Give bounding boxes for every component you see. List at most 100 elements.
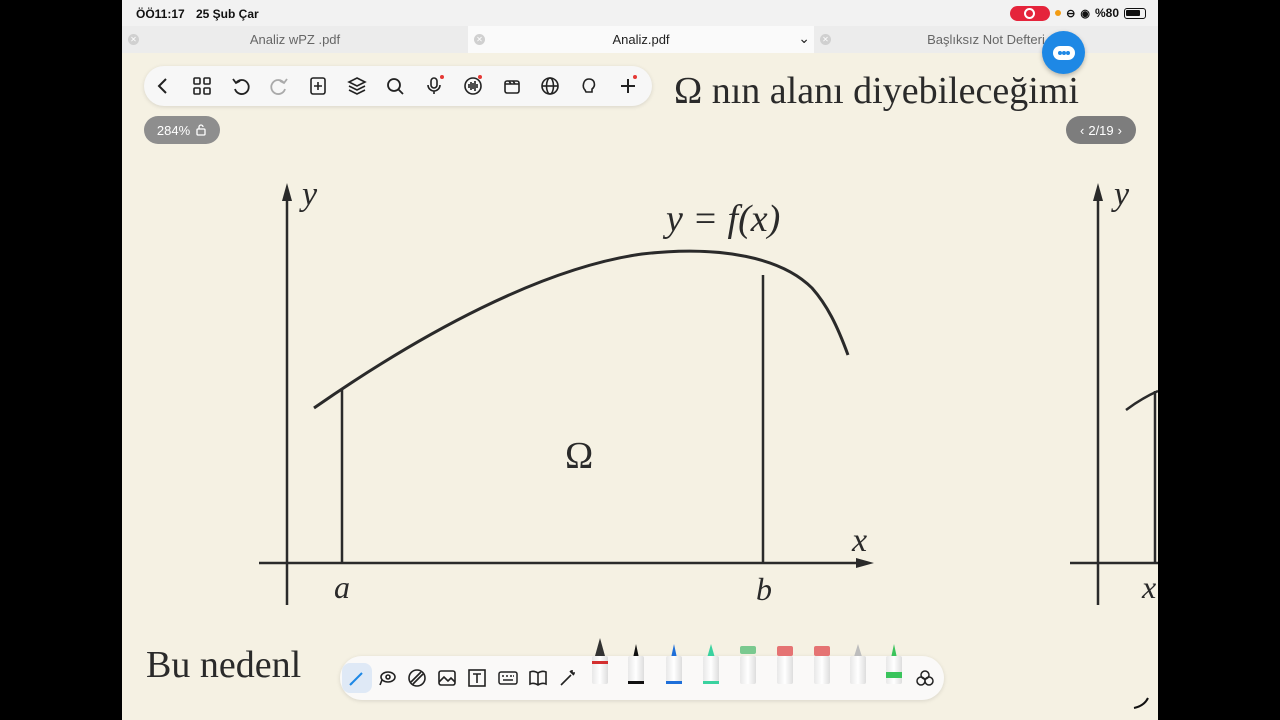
red-eraser-icon[interactable] <box>777 646 793 684</box>
battery-icon <box>1124 7 1146 19</box>
undo-button[interactable] <box>221 66 260 106</box>
ai-button[interactable] <box>570 66 609 106</box>
record-button[interactable] <box>492 66 531 106</box>
record-icon <box>503 80 520 94</box>
microphone-button[interactable] <box>415 66 454 106</box>
globe-icon <box>541 77 560 95</box>
lasso-icon <box>379 671 396 686</box>
status-indicators: ⊖ ◉ %80 <box>1010 5 1146 21</box>
eraser-icon[interactable] <box>740 646 756 684</box>
magic-wand-button[interactable] <box>553 663 583 693</box>
book-button[interactable] <box>523 663 553 693</box>
tab-bar: ✕ Analiz wPZ .pdf ✕ Analiz.pdf ⌄ ✕ Başlı… <box>122 26 1158 53</box>
add-icon <box>620 79 635 93</box>
text-box-icon <box>468 669 486 687</box>
fountain-pen-icon[interactable] <box>592 636 608 684</box>
green-pen-icon[interactable] <box>886 644 902 684</box>
layers-button[interactable] <box>337 66 376 106</box>
chevron-right-icon[interactable]: › <box>1118 123 1122 138</box>
tab-notebook[interactable]: ✕ Başlıksız Not Defteri <box>814 26 1158 53</box>
text-box-button[interactable] <box>462 663 492 693</box>
chevron-down-icon[interactable]: ⌄ <box>798 30 810 47</box>
bound-a-label: a <box>334 569 350 605</box>
page-number: 2/19 <box>1088 122 1114 138</box>
bulb-icon <box>582 78 596 93</box>
tab-analiz[interactable]: ✕ Analiz.pdf ⌄ <box>468 26 814 53</box>
audio-button[interactable] <box>454 66 493 106</box>
search-button[interactable] <box>376 66 415 106</box>
redo-button[interactable] <box>260 66 299 106</box>
tab-label: Analiz wPZ .pdf <box>249 32 341 47</box>
black-marker-icon[interactable] <box>628 644 644 684</box>
tab-analiz-wpz[interactable]: ✕ Analiz wPZ .pdf <box>122 26 468 53</box>
status-time: ÖÖ11:17 <box>136 7 185 21</box>
redo-icon <box>270 78 289 95</box>
microphone-icon <box>427 77 441 94</box>
keyboard-button[interactable] <box>493 663 523 693</box>
lasso-button[interactable] <box>372 663 402 693</box>
grid-icon <box>193 77 211 95</box>
magic-wand-icon <box>560 670 575 686</box>
active-dot <box>439 75 444 79</box>
tab-label: Analiz.pdf <box>612 32 670 47</box>
screen-recording-icon[interactable] <box>1010 5 1051 21</box>
close-icon[interactable]: ✕ <box>474 34 485 45</box>
audio-wave-icon <box>464 77 482 95</box>
pencil-icon[interactable] <box>850 644 866 684</box>
active-dot <box>632 75 637 79</box>
assistant-button[interactable] <box>1042 31 1085 74</box>
add-page-button[interactable] <box>299 66 338 106</box>
status-bar: ÖÖ11:17 25 Şub Çar ⊖ ◉ %80 <box>122 0 1158 26</box>
image-button[interactable] <box>432 663 462 693</box>
side-y-label: y <box>1111 176 1130 213</box>
pen-tool-icon <box>349 672 363 686</box>
close-icon[interactable]: ✕ <box>820 34 831 45</box>
pen-tool-button[interactable] <box>342 663 372 693</box>
status-date: 25 Şub Çar <box>196 7 259 21</box>
zoom-level: 284% <box>156 122 191 138</box>
green-highlighter-icon[interactable] <box>703 644 719 684</box>
color-palette-button[interactable] <box>910 663 940 693</box>
shape-button[interactable] <box>402 663 432 693</box>
lock-open-icon[interactable] <box>195 124 207 136</box>
mic-in-use-dot <box>1055 10 1062 16</box>
tab-label: Başlıksız Not Defteri <box>927 32 1045 47</box>
add-page-icon <box>310 77 326 95</box>
region-label: Ω <box>565 435 593 477</box>
back-button[interactable] <box>144 66 183 106</box>
pdf-page[interactable]: Ω nın alanı diyebileceğimi y y = f(x) x … <box>122 53 1158 720</box>
zoom-badge[interactable]: 284% <box>144 116 220 144</box>
page-indicator[interactable]: ‹ 2/19 › <box>1066 116 1136 144</box>
battery-percent: %80 <box>1094 6 1119 20</box>
x-axis-label: x <box>851 522 867 559</box>
resize-handle-icon[interactable] <box>1132 690 1152 710</box>
globe-button[interactable] <box>531 66 570 106</box>
grid-button[interactable] <box>183 66 222 106</box>
app-screen: ÖÖ11:17 25 Şub Çar ⊖ ◉ %80 ✕ Analiz wPZ … <box>122 0 1158 720</box>
image-icon <box>438 670 456 686</box>
chevron-left-icon[interactable]: ‹ <box>1080 123 1084 138</box>
search-icon <box>387 78 405 95</box>
blue-pen-icon[interactable] <box>666 644 682 684</box>
curve-label: y = f(x) <box>662 198 780 240</box>
book-icon <box>529 670 547 686</box>
shape-icon <box>408 669 426 687</box>
add-button[interactable] <box>608 66 647 106</box>
chat-bot-icon <box>1052 45 1075 60</box>
undo-icon <box>231 78 250 95</box>
close-icon[interactable]: ✕ <box>128 34 139 45</box>
function-curve <box>313 249 850 410</box>
area-graph: y y = f(x) x a b y x Ω <box>259 176 1158 607</box>
page-bottom-text: Bu nedenl <box>146 644 302 686</box>
side-x-label: x <box>1141 569 1156 605</box>
layers-icon <box>346 77 367 95</box>
side-curve <box>1125 389 1158 412</box>
bound-b-label: b <box>756 571 772 607</box>
red-eraser-2-icon[interactable] <box>814 646 830 684</box>
link-icon: ⊖ <box>1066 7 1076 20</box>
keyboard-icon <box>498 671 518 685</box>
wifi-icon: ◉ <box>1080 7 1090 20</box>
back-icon <box>157 78 168 94</box>
x-axis-arrow <box>856 558 874 568</box>
y-axis-arrow <box>282 183 292 201</box>
